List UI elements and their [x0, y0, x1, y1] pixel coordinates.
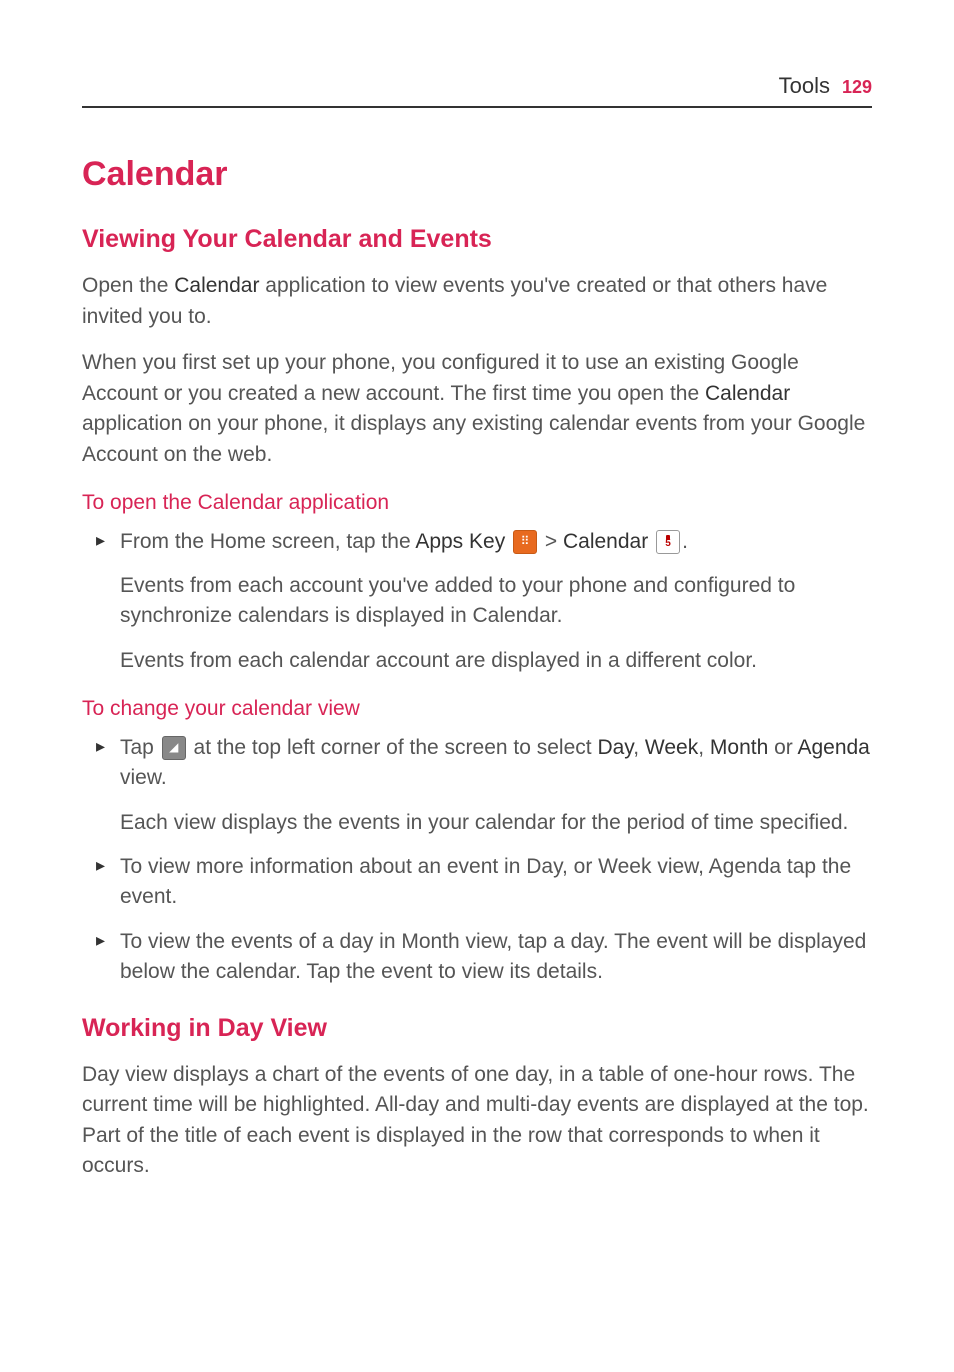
page-number: 129: [842, 74, 872, 100]
apps-key-icon: ⠿: [513, 530, 537, 554]
dropdown-icon: ◢: [162, 736, 186, 760]
heading-viewing: Viewing Your Calendar and Events: [82, 221, 872, 257]
heading-day-view: Working in Day View: [82, 1010, 872, 1046]
paragraph-open-calendar: Open the Calendar application to view ev…: [82, 271, 872, 332]
paragraph-setup: When you first set up your phone, you co…: [82, 348, 872, 470]
step-month-day: To view the events of a day in Month vie…: [82, 927, 872, 988]
step-from-home: From the Home screen, tap the Apps Key ⠿…: [82, 527, 872, 557]
step-more-info: To view more information about an event …: [82, 852, 872, 913]
note-each-view: Each view displays the events in your ca…: [120, 808, 872, 838]
page-title: Calendar: [82, 150, 872, 199]
note-colors: Events from each calendar account are di…: [82, 646, 872, 676]
paragraph-day-view: Day view displays a chart of the events …: [82, 1060, 872, 1182]
calendar-icon: 5: [656, 530, 680, 554]
step-tap-dropdown: Tap ◢ at the top left corner of the scre…: [82, 733, 872, 838]
note-accounts-sync: Events from each account you've added to…: [82, 571, 872, 632]
heading-to-open: To open the Calendar application: [82, 488, 872, 518]
page-header: Tools 129: [82, 70, 872, 108]
heading-to-change-view: To change your calendar view: [82, 694, 872, 724]
steps-open: From the Home screen, tap the Apps Key ⠿…: [82, 527, 872, 557]
steps-change: Tap ◢ at the top left corner of the scre…: [82, 733, 872, 988]
section-name: Tools: [779, 70, 830, 102]
